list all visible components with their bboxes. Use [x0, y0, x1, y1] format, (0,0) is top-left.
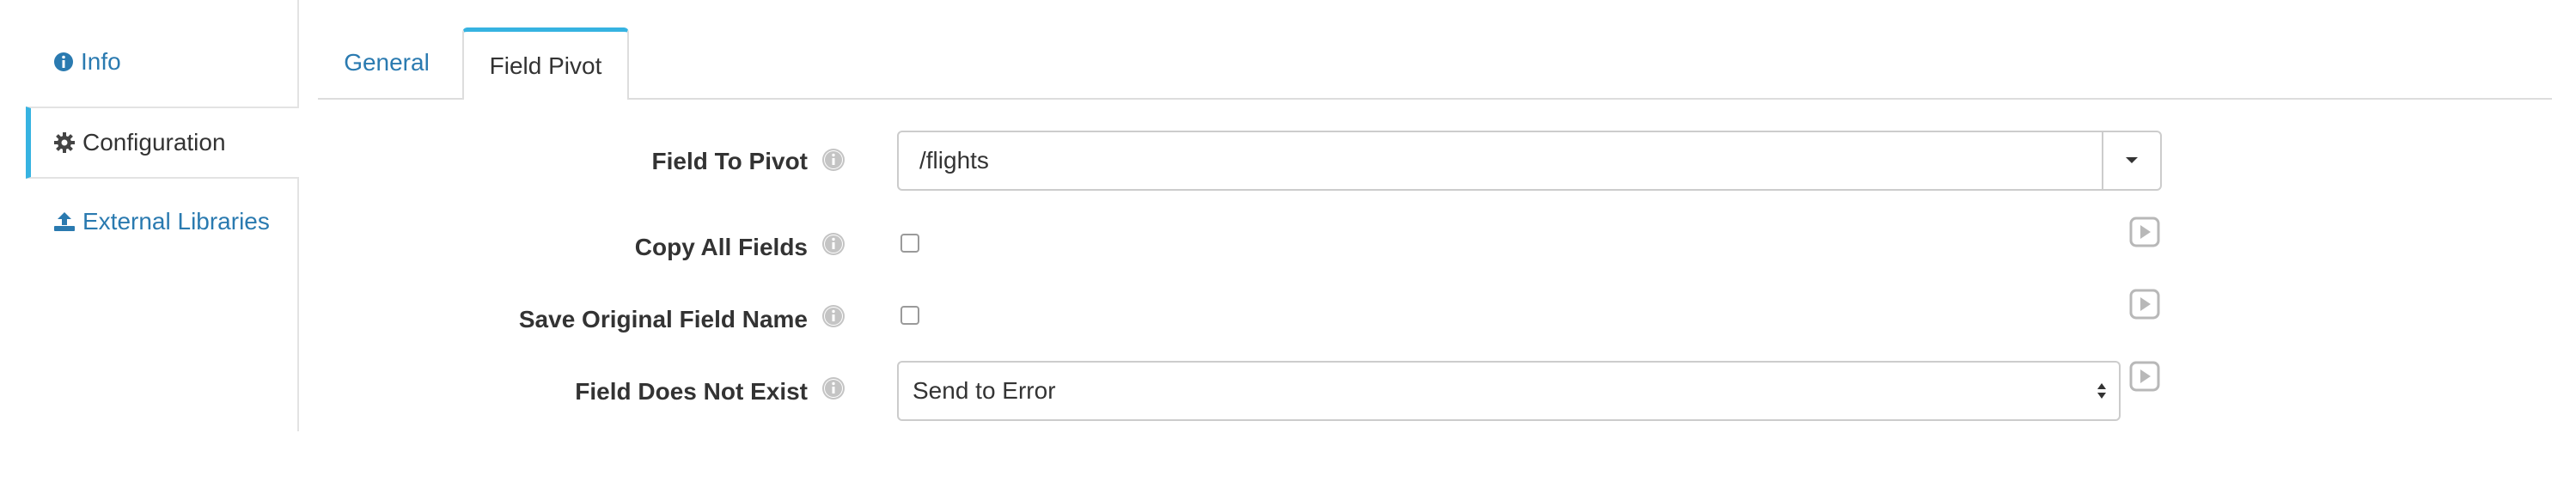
- save-original-field-name-label: Save Original Field Name: [518, 306, 808, 332]
- field-to-pivot-combobox[interactable]: /flights: [897, 131, 2162, 191]
- play-icon[interactable]: [2129, 289, 2160, 320]
- copy-all-fields-label: Copy All Fields: [634, 234, 808, 260]
- sidebar-item-external-libraries[interactable]: External Libraries: [26, 186, 297, 258]
- info-circle-icon: [53, 52, 74, 72]
- field-to-pivot-label: Field To Pivot: [651, 148, 808, 174]
- sidebar-item-label: Info: [81, 48, 121, 75]
- field-does-not-exist-value: Send to Error: [913, 377, 1056, 404]
- tab-general[interactable]: General: [318, 27, 455, 98]
- field-to-pivot-dropdown-button[interactable]: [2102, 132, 2160, 189]
- info-icon: [822, 305, 845, 327]
- info-icon: [822, 233, 845, 255]
- select-arrows-icon: [2097, 383, 2106, 399]
- gear-icon: [53, 131, 76, 154]
- tab-field-pivot[interactable]: Field Pivot: [462, 27, 629, 100]
- info-icon: [822, 149, 845, 171]
- play-icon[interactable]: [2129, 361, 2160, 392]
- upload-icon: [53, 211, 76, 232]
- sidebar-item-configuration[interactable]: Configuration: [26, 107, 299, 179]
- info-icon: [822, 377, 845, 400]
- field-does-not-exist-select[interactable]: Send to Error: [897, 361, 2121, 421]
- copy-all-fields-checkbox[interactable]: [900, 234, 919, 253]
- sidebar-nav: Info Configuration External Libraries: [0, 0, 299, 431]
- sidebar-item-info[interactable]: Info: [26, 26, 297, 98]
- field-to-pivot-input[interactable]: /flights: [899, 147, 2102, 174]
- play-icon[interactable]: [2129, 217, 2160, 247]
- sidebar-item-label: Configuration: [82, 129, 226, 156]
- caret-down-icon: [2126, 157, 2138, 163]
- tab-bar: General Field Pivot: [318, 0, 2552, 100]
- save-original-field-name-checkbox[interactable]: [900, 306, 919, 325]
- field-does-not-exist-label: Field Does Not Exist: [575, 378, 808, 405]
- sidebar-item-label: External Libraries: [82, 208, 270, 235]
